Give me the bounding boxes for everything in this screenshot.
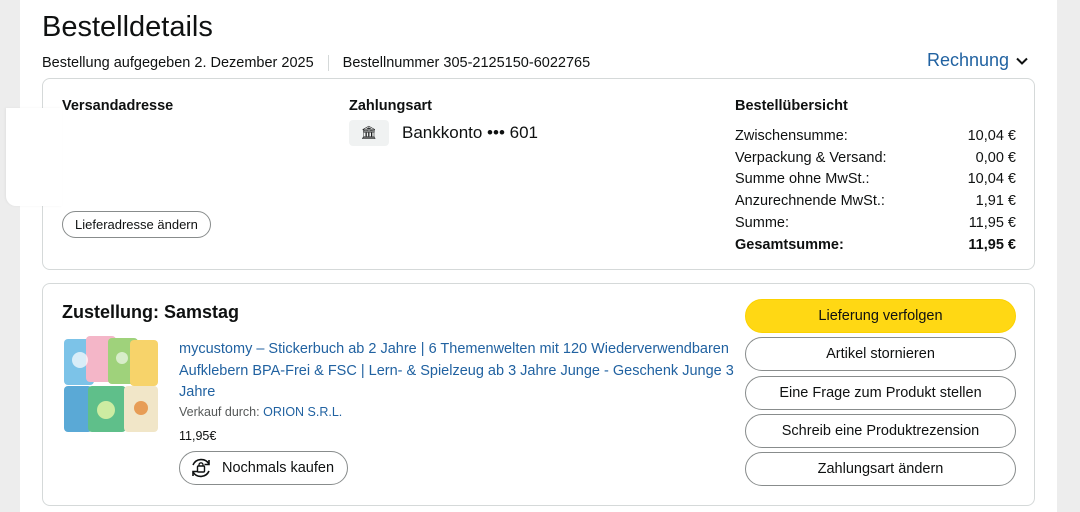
buy-again-label: Nochmals kaufen [222, 460, 335, 476]
order-details-page: Bestelldetails Bestellung aufgegeben 2. … [20, 0, 1057, 512]
invoice-label: Rechnung [927, 50, 1010, 70]
summary-value: 0,00 € [975, 149, 1016, 166]
payment-heading: Zahlungsart [349, 98, 432, 114]
summary-value: 1,91 € [975, 193, 1016, 210]
delivery-box: Zustellung: Samstag mycustomy – Stickerb… [42, 283, 1035, 506]
seller-link[interactable]: ORION S.R.L. [263, 405, 342, 419]
cancel-item-button[interactable]: Artikel stornieren [745, 337, 1016, 372]
invoice-dropdown[interactable]: Rechnung [927, 50, 1029, 71]
rebuy-icon [192, 458, 210, 478]
divider [327, 55, 329, 71]
summary-label: Verpackung & Versand: [735, 149, 887, 166]
order-number: Bestellnummer 305-2125150-6022765 [342, 55, 591, 71]
summary-row: Summe ohne MwSt.: 10,04 € [735, 169, 1016, 191]
product-price: 11,95€ [179, 429, 217, 443]
order-meta: Bestellung aufgegeben 2. Dezember 2025 B… [42, 55, 590, 71]
summary-row: Anzurechnende MwSt.: 1,91 € [735, 190, 1016, 212]
summary-row: Verpackung & Versand: 0,00 € [735, 147, 1016, 169]
summary-label: Summe ohne MwSt.: [735, 171, 870, 188]
seller-prefix: Verkauf durch: [179, 405, 260, 419]
product-title-link[interactable]: mycustomy – Stickerbuch ab 2 Jahre | 6 T… [179, 339, 739, 404]
summary-label: Gesamtsumme: [735, 236, 844, 253]
summary-row: Summe: 11,95 € [735, 212, 1016, 234]
summary-value: 10,04 € [967, 171, 1016, 188]
summary-total-row: Gesamtsumme: 11,95 € [735, 234, 1016, 256]
bank-icon: 🏛 [349, 120, 389, 146]
chevron-down-icon [1016, 57, 1028, 65]
action-buttons: Lieferung verfolgen Artikel stornieren E… [745, 299, 1016, 490]
summary-value: 10,04 € [967, 127, 1016, 144]
summary-label: Summe: [735, 215, 789, 232]
write-review-button[interactable]: Schreib eine Produktrezension [745, 413, 1016, 448]
overlay-panel [6, 108, 62, 206]
track-delivery-button[interactable]: Lieferung verfolgen [745, 299, 1016, 333]
page-title: Bestelldetails [42, 11, 213, 43]
buy-again-button[interactable]: Nochmals kaufen [179, 451, 349, 485]
shipping-heading: Versandadresse [62, 98, 174, 114]
product-image[interactable] [62, 336, 160, 436]
payment-method-text: Bankkonto ••• 601 [402, 123, 538, 142]
summary-value: 11,95 € [968, 215, 1016, 232]
ask-question-button[interactable]: Eine Frage zum Produkt stellen [745, 375, 1016, 410]
order-info-box: Versandadresse Lieferadresse ändern Zahl… [42, 78, 1035, 270]
seller-info: Verkauf durch: ORION S.R.L. [179, 405, 342, 419]
summary-row: Zwischensumme: 10,04 € [735, 125, 1016, 147]
delivery-heading: Zustellung: Samstag [62, 302, 240, 322]
order-date: Bestellung aufgegeben 2. Dezember 2025 [42, 55, 314, 71]
change-address-button[interactable]: Lieferadresse ändern [62, 211, 211, 238]
summary-heading: Bestellübersicht [735, 98, 848, 114]
summary-label: Anzurechnende MwSt.: [735, 193, 885, 210]
summary-value: 11,95 € [968, 236, 1016, 253]
payment-method: 🏛 Bankkonto ••• 601 [349, 120, 538, 146]
change-payment-button[interactable]: Zahlungsart ändern [745, 452, 1016, 487]
summary-label: Zwischensumme: [735, 127, 848, 144]
order-summary: Zwischensumme: 10,04 € Verpackung & Versa… [735, 125, 1016, 256]
